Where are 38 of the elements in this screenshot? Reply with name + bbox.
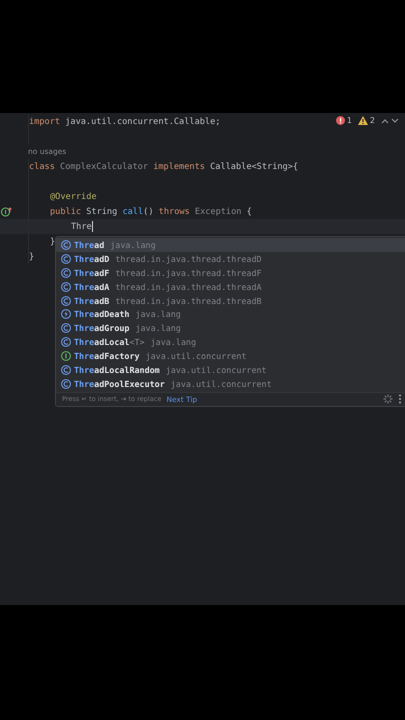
code-line: class ComplexCalculator implements Callable<String>{ [29, 162, 298, 172]
warning-count: 2 [370, 116, 375, 125]
code-line: Thre [71, 222, 92, 232]
completion-item[interactable]: ThreadGroup java.lang [56, 321, 405, 336]
more-options-icon[interactable] [398, 394, 402, 404]
warning-icon [358, 116, 368, 125]
loading-spinner-icon [383, 394, 393, 404]
class-icon [61, 254, 71, 264]
completion-item[interactable]: ThreadPoolExecutor java.util.concurrent [56, 376, 405, 391]
class-icon [61, 268, 71, 278]
implements-gutter-icon[interactable] [1, 206, 12, 216]
chevron-up-icon[interactable] [381, 118, 389, 124]
error-count: 1 [346, 116, 352, 125]
class-icon [61, 364, 71, 375]
code-line: } [29, 252, 34, 262]
completion-item[interactable]: ThreadFactory java.util.concurrent [56, 349, 405, 364]
completion-item[interactable]: ThreadA thread.in.java.thread.threadA [56, 280, 405, 294]
code-line: } [50, 236, 56, 246]
chevron-down-icon[interactable] [391, 118, 399, 124]
completion-item[interactable]: ThreadF thread.in.java.thread.threadF [56, 266, 405, 280]
code-line: @Override [50, 192, 97, 202]
completion-item[interactable]: ThreadD thread.in.java.thread.threadD [56, 252, 405, 266]
completion-item[interactable]: Thread java.lang [56, 238, 405, 252]
completion-item[interactable]: ThreadB thread.in.java.thread.threadB [56, 294, 405, 308]
lightning-icon [61, 309, 71, 320]
class-icon [61, 296, 71, 306]
class-icon [61, 337, 71, 348]
class-icon [61, 323, 71, 334]
completion-item[interactable]: ThreadDeath java.lang [56, 307, 405, 322]
code-line: import java.util.concurrent.Callable; [29, 116, 220, 126]
completion-item[interactable]: ThreadLocal<T> java.lang [56, 335, 405, 350]
class-icon [61, 240, 71, 250]
class-icon [61, 378, 71, 389]
code-line: public String call() throws Exception { [50, 206, 252, 216]
interface-icon [61, 351, 71, 362]
completion-item[interactable]: ThreadLocalRandom java.util.concurrent [56, 363, 405, 377]
error-icon [336, 116, 345, 125]
class-icon [61, 282, 71, 292]
